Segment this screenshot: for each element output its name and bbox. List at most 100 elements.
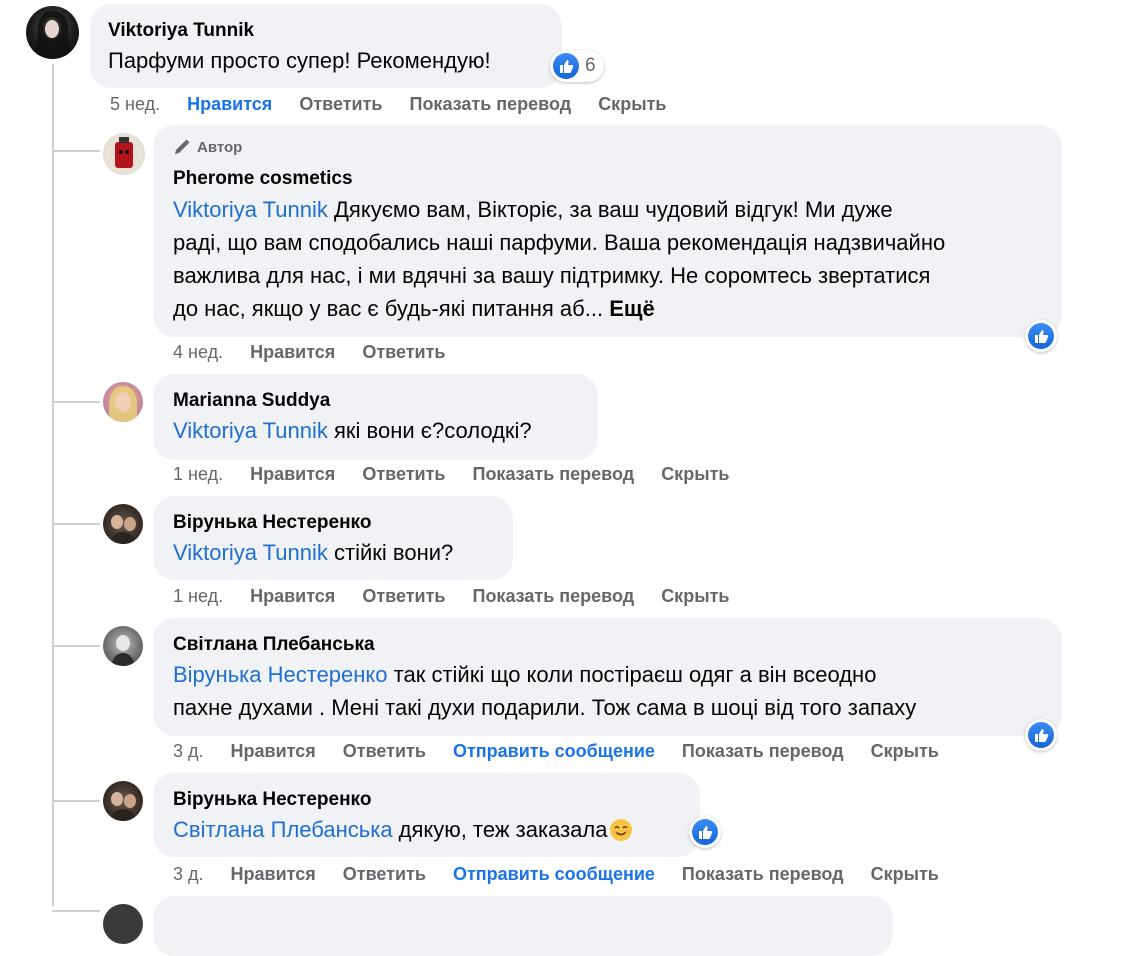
comment-text-body: стійкі вони? [327,540,454,565]
comment-bubble: Marianna Suddya Viktoriya Tunnik які вон… [153,374,598,460]
comment-text: Вірунька Нестеренко так стійкі що коли п… [173,658,1053,724]
like-button[interactable]: Нравится [250,342,335,363]
reply-button[interactable]: Ответить [299,94,382,115]
comment-actions: 5 нед. Нравится Ответить Показать перево… [110,94,666,115]
comment-author[interactable]: Вірунька Нестеренко [173,789,371,811]
comment-text-line: важлива для нас, і ми вдячні за вашу під… [173,263,931,288]
hide-button[interactable]: Скрыть [661,464,729,485]
reply-button[interactable]: Ответить [362,342,445,363]
like-button[interactable]: Нравится [250,464,335,485]
hide-button[interactable]: Скрыть [871,864,939,885]
like-button[interactable]: Нравится [231,741,316,762]
comment-text: Парфуми просто супер! Рекомендую! [108,48,491,73]
pencil-icon [175,139,190,154]
thread-line [52,64,54,906]
comment-time[interactable]: 1 нед. [173,464,223,485]
see-more-link[interactable]: Ещё [609,296,654,321]
show-translation-button[interactable]: Показать перевод [473,464,635,485]
comment-actions: 1 нед. Нравится Ответить Показать перево… [173,464,729,485]
reply-button[interactable]: Ответить [343,864,426,885]
avatar[interactable] [103,504,143,544]
thread-line [52,150,100,152]
comment-actions: 1 нед. Нравится Ответить Показать перево… [173,586,729,607]
like-icon [692,819,718,845]
hide-button[interactable]: Скрыть [661,586,729,607]
avatar[interactable] [103,781,143,821]
comment-time[interactable]: 5 нед. [110,94,160,115]
comment-text-line: раді, що вам сподобались наші парфуми. В… [173,230,946,255]
show-translation-button[interactable]: Показать перевод [410,94,572,115]
hide-button[interactable]: Скрыть [598,94,666,115]
send-message-button[interactable]: Отправить сообщение [453,864,655,885]
avatar-photo [109,792,137,821]
comment-bubble: Вірунька Нестеренко Viktoriya Tunnik сті… [153,496,513,580]
thread-line [52,800,100,802]
comment-author[interactable]: Світлана Плебанська [173,634,375,656]
hide-button[interactable]: Скрыть [871,741,939,762]
like-button[interactable]: Нравится [231,864,316,885]
reply-button[interactable]: Ответить [343,741,426,762]
mention-link[interactable]: Viktoriya Tunnik [173,197,328,222]
avatar-photo [109,515,137,544]
avatar-photo [109,386,137,422]
comment-text-line: пахне духами . Мені такі духи подарили. … [173,695,917,720]
avatar-logo [115,137,133,168]
comment-time[interactable]: 3 д. [173,864,204,885]
smile-emoji-icon [610,818,633,841]
comment-bubble: Viktoriya Tunnik Парфуми просто супер! Р… [90,4,562,88]
comment-time[interactable]: 3 д. [173,741,204,762]
avatar[interactable] [103,382,143,422]
author-badge-label: Автор [197,138,243,156]
like-icon [1028,323,1054,349]
comment-text: Світлана Плебанська дякую, теж заказала [173,813,633,846]
comment-bubble: Вірунька Нестеренко Світлана Плебанська … [153,773,700,857]
reply-button[interactable]: Ответить [362,586,445,607]
comment-text: Viktoriya Tunnik Дякуємо вам, Вікторіє, … [173,193,1053,325]
show-translation-button[interactable]: Показать перевод [682,864,844,885]
mention-link[interactable]: Viktoriya Tunnik [173,418,328,443]
reaction-badge[interactable] [1025,719,1057,751]
comment-text: Viktoriya Tunnik стійкі вони? [173,536,453,569]
comment-text-line: так стійкі що коли постіраєш одяг а він … [387,662,877,687]
comment-author[interactable]: Viktoriya Tunnik [108,20,254,42]
show-translation-button[interactable]: Показать перевод [473,586,635,607]
comment-text-line: до нас, якщо у вас є будь-які питання аб… [173,296,610,321]
comment-text-line: Дякуємо вам, Вікторіє, за ваш чудовий ві… [327,197,893,222]
reaction-count-value: 6 [585,55,596,76]
thread-line [52,910,100,912]
avatar[interactable] [26,6,79,59]
reaction-badge[interactable] [689,816,721,848]
comment-text-body: які вони є?солодкі? [327,418,532,443]
show-translation-button[interactable]: Показать перевод [682,741,844,762]
mention-link[interactable]: Viktoriya Tunnik [173,540,328,565]
avatar-photo [36,10,70,56]
reply-button[interactable]: Ответить [362,464,445,485]
reaction-badge[interactable] [1025,320,1057,352]
comment-text: Viktoriya Tunnik які вони є?солодкі? [173,414,532,447]
author-badge: Автор [173,138,242,156]
comment-author[interactable]: Pherome cosmetics [173,168,353,190]
reaction-count[interactable]: 6 [550,50,604,82]
comment-bubble: Світлана Плебанська Вірунька Нестеренко … [153,618,1062,736]
avatar[interactable] [103,133,145,175]
thread-line [52,523,100,525]
comment-actions: 4 нед. Нравится Ответить [173,342,446,363]
like-button[interactable]: Нравится [250,586,335,607]
mention-link[interactable]: Світлана Плебанська [173,813,393,846]
avatar-photo [111,635,135,666]
avatar[interactable] [103,626,143,666]
comment-bubble [153,896,893,956]
comment-author[interactable]: Marianna Suddya [173,390,330,412]
comment-actions: 3 д. Нравится Ответить Отправить сообщен… [173,741,939,762]
thread-line [52,645,100,647]
avatar[interactable] [103,904,143,944]
comment-time[interactable]: 4 нед. [173,342,223,363]
thread-line [52,401,100,403]
mention-link[interactable]: Вірунька Нестеренко [173,662,388,687]
send-message-button[interactable]: Отправить сообщение [453,741,655,762]
comment-bubble: Автор Pherome cosmetics Viktoriya Tunnik… [153,125,1062,337]
like-button[interactable]: Нравится [187,94,272,115]
comment-author[interactable]: Вірунька Нестеренко [173,512,371,534]
comment-actions: 3 д. Нравится Ответить Отправить сообщен… [173,864,939,885]
comment-time[interactable]: 1 нед. [173,586,223,607]
